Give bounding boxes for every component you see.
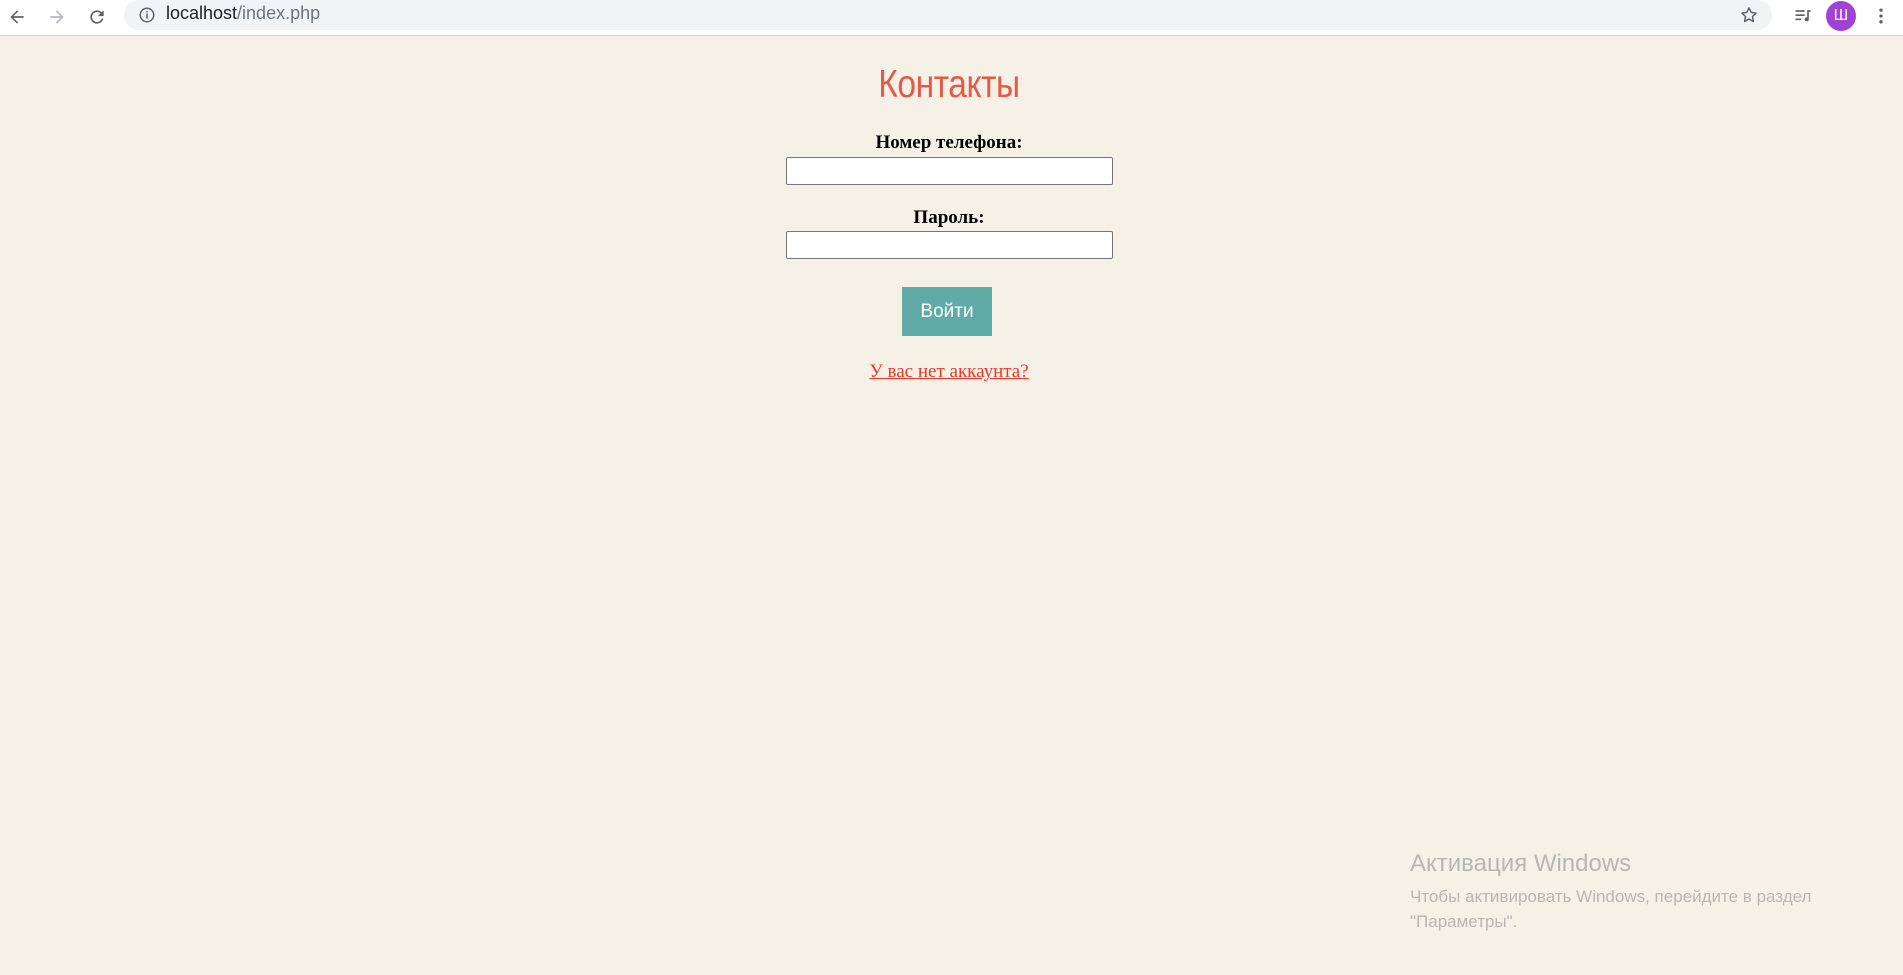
reload-icon[interactable]	[82, 2, 112, 32]
forward-arrow-icon[interactable]	[42, 2, 72, 32]
watermark-text: Чтобы активировать Windows, перейдите в …	[1410, 887, 1812, 931]
login-button[interactable]: Войти	[902, 287, 992, 336]
info-icon[interactable]	[137, 5, 157, 25]
phone-label: Номер телефона:	[875, 132, 1023, 153]
phone-input[interactable]	[786, 157, 1113, 185]
url-host: localhost	[166, 3, 238, 23]
page-content: Контакты Номер телефона: Пароль: Войти У…	[0, 37, 1903, 975]
menu-dots-icon[interactable]	[1868, 3, 1894, 29]
star-icon[interactable]	[1738, 4, 1760, 26]
address-bar[interactable]: localhost/index.php	[124, 0, 1772, 30]
windows-activation-watermark: Активация Windows Чтобы активировать Win…	[1410, 850, 1850, 934]
media-queue-icon[interactable]	[1790, 3, 1816, 29]
avatar[interactable]: Ш	[1826, 1, 1856, 31]
browser-toolbar: localhost/index.php Ш	[0, 0, 1903, 36]
watermark-title: Активация Windows	[1410, 850, 1632, 877]
page-title: Контакты	[878, 63, 1020, 106]
password-label: Пароль:	[913, 207, 985, 228]
back-arrow-icon[interactable]	[2, 2, 32, 32]
register-link[interactable]: У вас нет аккаунта?	[0, 361, 1898, 383]
url-path: /index.php	[237, 3, 321, 23]
password-input[interactable]	[786, 231, 1113, 259]
url-text[interactable]: localhost/index.php	[166, 3, 320, 24]
